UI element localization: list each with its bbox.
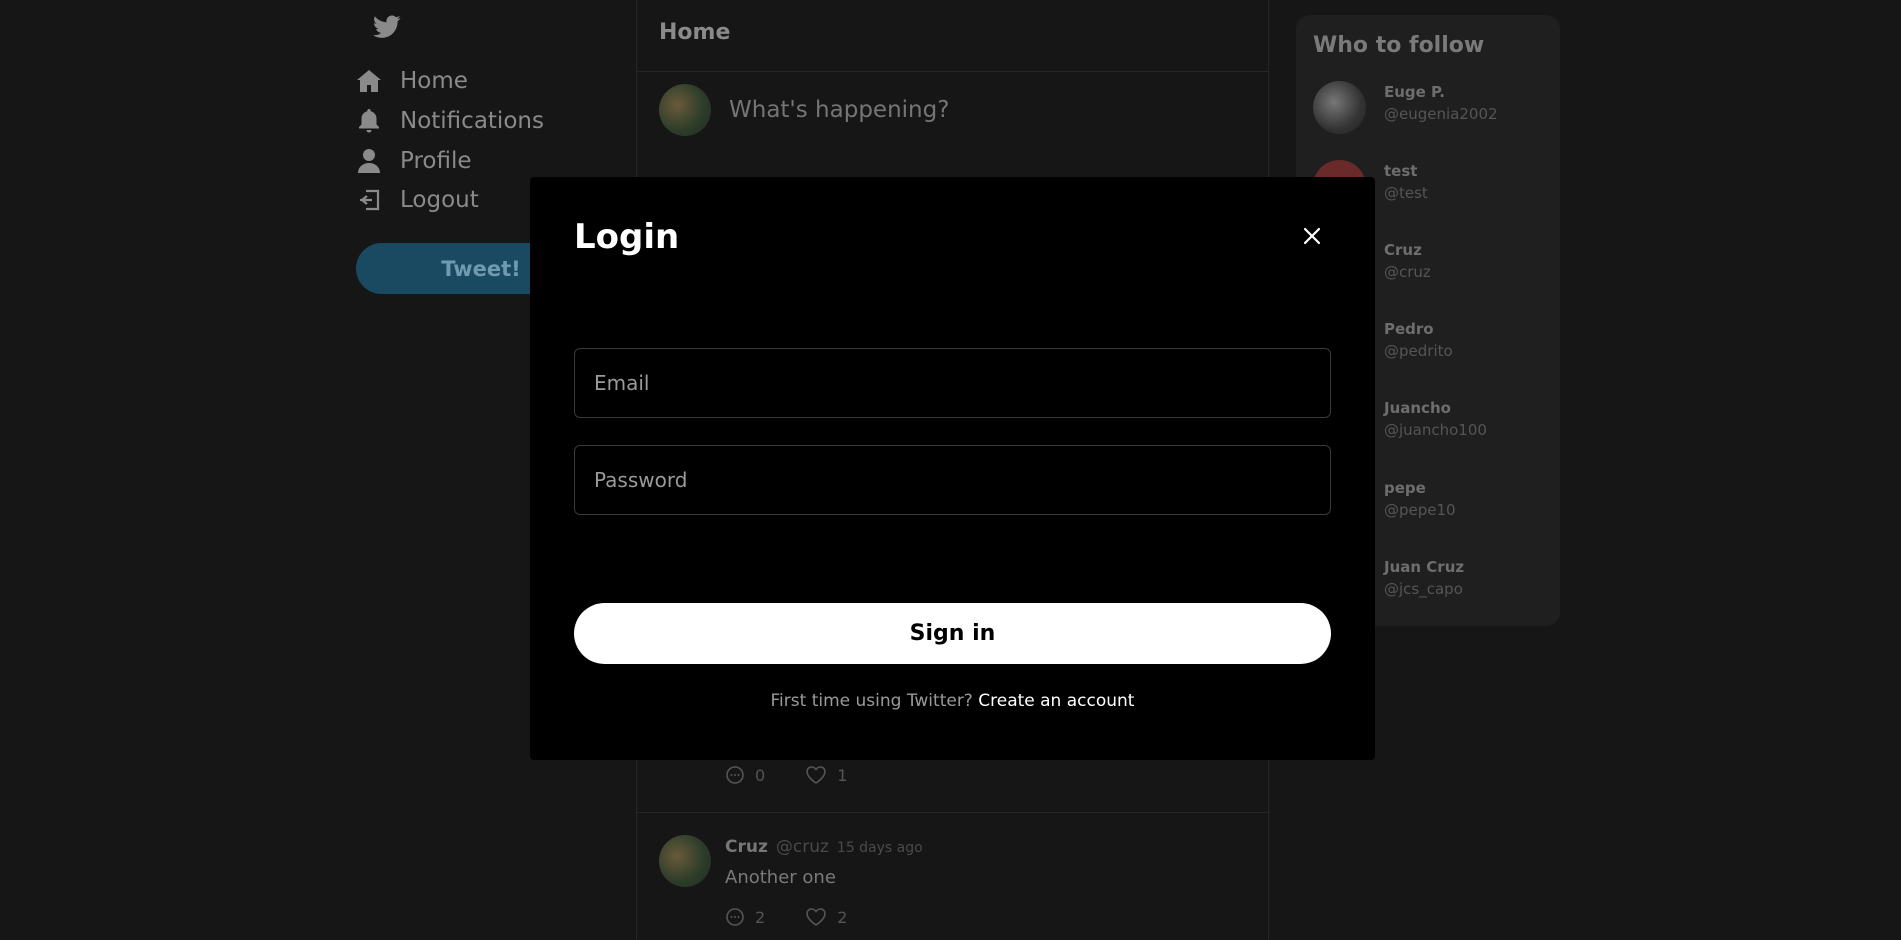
tweet-actions: 0 1 [725, 765, 847, 785]
comment-button[interactable]: 2 [725, 907, 765, 927]
like-button[interactable]: 2 [805, 907, 847, 927]
tweet-text: Another one [725, 867, 836, 888]
tweet-timestamp: 15 days ago [836, 840, 923, 856]
follow-name[interactable]: Juan Cruz [1384, 558, 1464, 576]
tweet[interactable]: Cruz @cruz 15 days ago Another one 2 2 [637, 812, 1270, 940]
tweet-header: Cruz @cruz 15 days ago [725, 837, 923, 857]
follow-name[interactable]: Euge P. [1384, 83, 1445, 101]
compose-input[interactable] [729, 97, 1229, 123]
signup-prompt-line: First time using Twitter? Create an acco… [530, 691, 1375, 711]
home-icon [356, 68, 382, 94]
follow-handle: @pepe10 [1384, 501, 1456, 519]
follow-handle: @eugenia2002 [1384, 105, 1498, 123]
avatar[interactable] [1313, 81, 1366, 134]
password-field[interactable] [574, 445, 1331, 515]
like-button[interactable]: 1 [805, 765, 847, 785]
comment-icon [726, 766, 744, 784]
signup-prompt: First time using Twitter? [770, 691, 973, 711]
follow-name[interactable]: Cruz [1384, 241, 1422, 259]
page-title: Home [637, 0, 1268, 72]
who-to-follow-title: Who to follow [1313, 33, 1485, 58]
nav-item-home[interactable]: Home [356, 64, 468, 98]
nav-item-label: Home [400, 68, 468, 94]
follow-handle: @pedrito [1384, 342, 1453, 360]
tweet-author-handle[interactable]: @cruz [776, 837, 829, 857]
sign-in-button[interactable]: Sign in [574, 603, 1331, 664]
close-button[interactable] [1298, 222, 1326, 250]
avatar [659, 84, 711, 136]
email-field[interactable] [574, 348, 1331, 418]
like-count: 2 [837, 907, 848, 927]
heart-icon [806, 766, 826, 784]
login-modal: Login Sign in First time using Twitter? … [530, 177, 1375, 760]
follow-handle: @jcs_capo [1384, 580, 1463, 598]
nav-item-label: Notifications [400, 108, 544, 134]
nav-item-label: Logout [400, 187, 479, 213]
tweet-actions: 2 2 [725, 907, 847, 927]
follow-handle: @juancho100 [1384, 421, 1487, 439]
user-icon [356, 148, 382, 174]
twitter-bird-icon[interactable] [373, 15, 401, 39]
like-count: 1 [837, 765, 848, 785]
logout-icon [356, 187, 382, 213]
nav-item-notifications[interactable]: Notifications [356, 104, 544, 138]
follow-handle: @test [1384, 184, 1428, 202]
compose-box [659, 84, 1229, 136]
follow-name[interactable]: pepe [1384, 479, 1426, 497]
nav-item-logout[interactable]: Logout [356, 183, 479, 217]
avatar[interactable] [659, 835, 711, 887]
follow-name[interactable]: Pedro [1384, 320, 1434, 338]
modal-title: Login [574, 217, 680, 257]
follow-suggestion[interactable]: Euge P. @eugenia2002 [1313, 81, 1543, 141]
heart-icon [806, 908, 826, 926]
comment-icon [726, 908, 744, 926]
comment-button[interactable]: 0 [725, 765, 765, 785]
nav-item-label: Profile [400, 148, 472, 174]
comment-count: 2 [755, 907, 766, 927]
follow-name[interactable]: Juancho [1384, 399, 1451, 417]
follow-name[interactable]: test [1384, 162, 1417, 180]
create-account-link[interactable]: Create an account [978, 691, 1134, 711]
bell-icon [356, 108, 382, 134]
nav-item-profile[interactable]: Profile [356, 144, 472, 178]
tweet-author-name[interactable]: Cruz [725, 837, 768, 857]
follow-handle: @cruz [1384, 263, 1431, 281]
close-icon [1303, 227, 1321, 245]
comment-count: 0 [755, 765, 766, 785]
